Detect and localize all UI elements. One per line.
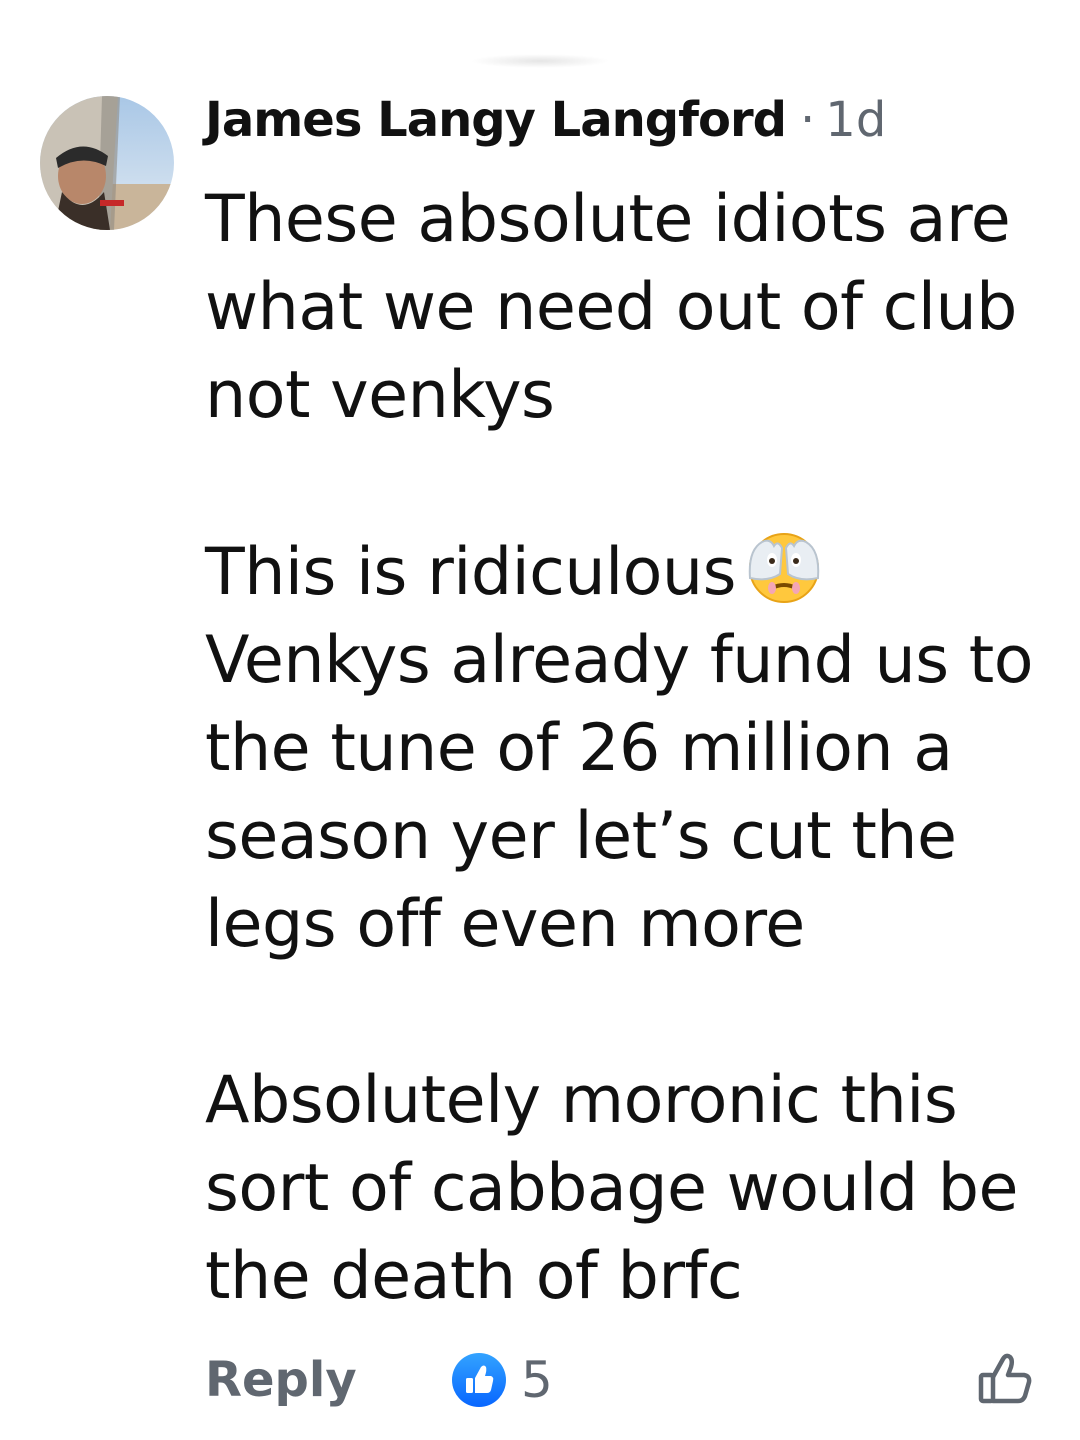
reaction-count: 5 <box>521 1351 553 1409</box>
like-icon <box>452 1353 506 1407</box>
comment: James Langy Langford · 1d These absolute… <box>205 92 1045 1321</box>
reply-button[interactable]: Reply <box>205 1345 357 1415</box>
comment-header: James Langy Langford · 1d <box>205 92 1045 164</box>
thumbs-up-outline-icon[interactable] <box>975 1349 1035 1409</box>
scroll-shadow <box>470 54 610 68</box>
comment-line: This is ridiculous <box>205 535 737 610</box>
comment-screen: James Langy Langford · 1d These absolute… <box>0 0 1080 1440</box>
separator-dot: · <box>800 92 816 148</box>
comment-body: These absolute idiots are what we need o… <box>205 176 1045 1321</box>
comment-actions: Reply 5 <box>205 1345 1035 1415</box>
comment-paragraph: Absolutely moronic this sort of cabbage … <box>205 1063 1019 1314</box>
avatar[interactable] <box>40 96 174 230</box>
author-name[interactable]: James Langy Langford <box>205 92 787 148</box>
avatar-image <box>40 96 174 230</box>
timestamp[interactable]: 1d <box>825 92 886 148</box>
comment-paragraph: These absolute idiots are what we need o… <box>205 182 1017 433</box>
comment-paragraph: This is ridiculous <box>205 528 1045 617</box>
comment-paragraph: Venkys already fund us to the tune of 26… <box>205 623 1034 962</box>
face-hands-over-eyes-emoji-icon <box>744 528 824 608</box>
reactions-summary[interactable]: 5 <box>451 1351 553 1409</box>
